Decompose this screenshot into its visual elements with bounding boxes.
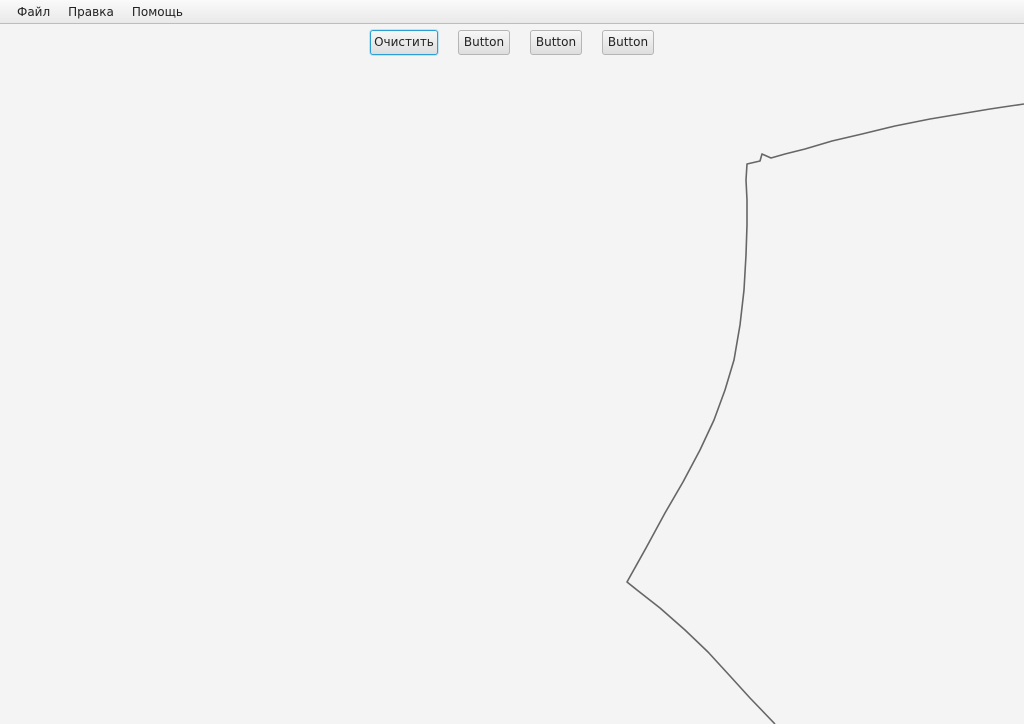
menu-help[interactable]: Помощь (123, 0, 192, 24)
drawing-canvas[interactable] (0, 25, 1024, 724)
menu-file[interactable]: Файл (8, 0, 59, 24)
menu-edit[interactable]: Правка (59, 0, 123, 24)
menu-bar: Файл Правка Помощь (0, 0, 1024, 24)
drawn-line (626, 103, 1024, 724)
